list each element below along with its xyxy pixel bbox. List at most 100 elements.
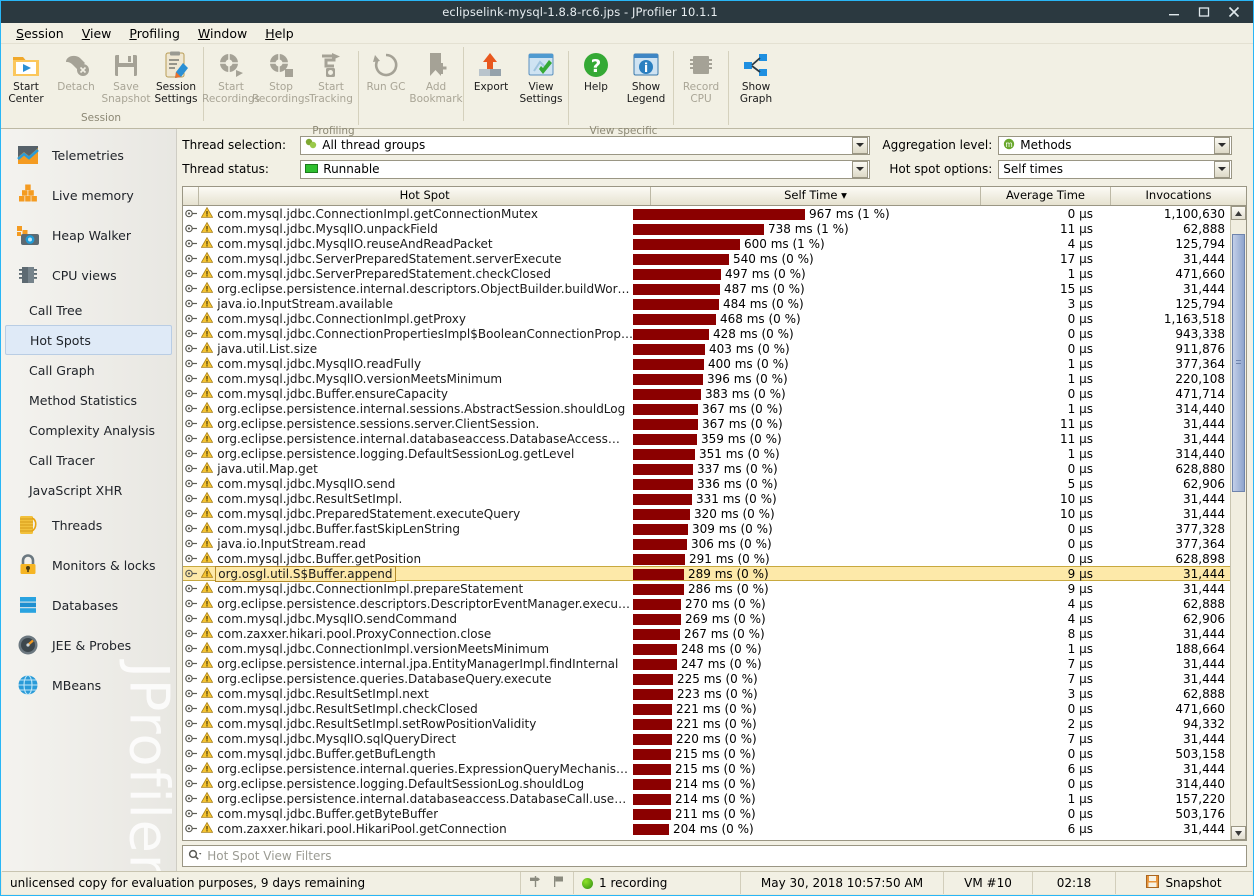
row-hot-spot[interactable]: org.eclipse.persistence.internal.session… bbox=[199, 402, 633, 416]
thread-status-combo[interactable]: Runnable bbox=[300, 160, 870, 179]
table-row[interactable]: org.eclipse.persistence.internal.databas… bbox=[183, 791, 1231, 806]
chevron-down-icon[interactable] bbox=[852, 161, 868, 178]
table-row[interactable]: org.eclipse.persistence.queries.Database… bbox=[183, 671, 1231, 686]
table-row[interactable]: com.mysql.jdbc.Buffer.getPosition 291 ms… bbox=[183, 551, 1231, 566]
row-hot-spot[interactable]: com.mysql.jdbc.ConnectionImpl.versionMee… bbox=[199, 642, 633, 656]
row-hot-spot[interactable]: com.mysql.jdbc.Buffer.getPosition bbox=[199, 552, 633, 566]
table-row[interactable]: org.eclipse.persistence.internal.descrip… bbox=[183, 281, 1231, 296]
sidebar-item-telemetries[interactable]: Telemetries bbox=[1, 135, 176, 175]
row-expander-icon[interactable] bbox=[183, 464, 199, 473]
sidebar-item-call-graph[interactable]: Call Graph bbox=[1, 355, 176, 385]
row-hot-spot[interactable]: com.mysql.jdbc.MysqlIO.sqlQueryDirect bbox=[199, 732, 633, 746]
table-row[interactable]: com.mysql.jdbc.MysqlIO.unpackField 738 m… bbox=[183, 221, 1231, 236]
table-row[interactable]: org.eclipse.persistence.logging.DefaultS… bbox=[183, 776, 1231, 791]
table-row[interactable]: org.eclipse.persistence.descriptors.Desc… bbox=[183, 596, 1231, 611]
row-expander-icon[interactable] bbox=[183, 509, 199, 518]
menu-session[interactable]: Session bbox=[7, 24, 73, 43]
row-expander-icon[interactable] bbox=[183, 344, 199, 353]
menu-window[interactable]: Window bbox=[189, 24, 256, 43]
row-hot-spot[interactable]: com.mysql.jdbc.Buffer.fastSkipLenString bbox=[199, 522, 633, 536]
table-row[interactable]: com.mysql.jdbc.ConnectionImpl.getProxy 4… bbox=[183, 311, 1231, 326]
row-expander-icon[interactable] bbox=[183, 689, 199, 698]
row-expander-icon[interactable] bbox=[183, 314, 199, 323]
row-expander-icon[interactable] bbox=[183, 764, 199, 773]
row-hot-spot[interactable]: com.mysql.jdbc.ConnectionImpl.prepareSta… bbox=[199, 582, 633, 596]
sidebar-item-complexity-analysis[interactable]: Complexity Analysis bbox=[1, 415, 176, 445]
show-graph-button[interactable]: ShowGraph bbox=[731, 48, 781, 105]
table-row[interactable]: com.mysql.jdbc.MysqlIO.versionMeetsMinim… bbox=[183, 371, 1231, 386]
sidebar-item-threads[interactable]: Threads bbox=[1, 505, 176, 545]
table-row[interactable]: com.mysql.jdbc.ConnectionImpl.prepareSta… bbox=[183, 581, 1231, 596]
table-row[interactable]: com.mysql.jdbc.MysqlIO.sqlQueryDirect 22… bbox=[183, 731, 1231, 746]
row-expander-icon[interactable] bbox=[183, 254, 199, 263]
table-row[interactable]: com.mysql.jdbc.ConnectionPropertiesImpl$… bbox=[183, 326, 1231, 341]
row-expander-icon[interactable] bbox=[183, 674, 199, 683]
row-hot-spot[interactable]: com.mysql.jdbc.ConnectionPropertiesImpl$… bbox=[199, 327, 633, 341]
maximize-icon[interactable] bbox=[1189, 1, 1219, 23]
chevron-down-icon[interactable] bbox=[852, 137, 868, 154]
row-expander-icon[interactable] bbox=[183, 389, 199, 398]
minimize-icon[interactable] bbox=[1159, 1, 1189, 23]
row-expander-icon[interactable] bbox=[183, 794, 199, 803]
help-button[interactable]: ? Help bbox=[571, 48, 621, 94]
table-row[interactable]: java.io.InputStream.read 306 ms (0 %) 0 … bbox=[183, 536, 1231, 551]
row-expander-icon[interactable] bbox=[183, 419, 199, 428]
hot-spot-view-filter[interactable]: Hot Spot View Filters bbox=[182, 845, 1247, 867]
row-hot-spot[interactable]: com.mysql.jdbc.MysqlIO.reuseAndReadPacke… bbox=[199, 237, 633, 251]
table-row[interactable]: com.mysql.jdbc.ResultSetImpl.checkClosed… bbox=[183, 701, 1231, 716]
row-expander-icon[interactable] bbox=[183, 614, 199, 623]
table-row[interactable]: com.mysql.jdbc.ResultSetImpl.setRowPosit… bbox=[183, 716, 1231, 731]
recording-status[interactable]: 1 recording bbox=[574, 872, 741, 894]
hot-spot-options-combo[interactable]: Self times bbox=[998, 160, 1232, 179]
row-expander-icon[interactable] bbox=[183, 704, 199, 713]
row-hot-spot[interactable]: com.mysql.jdbc.Buffer.getByteBuffer bbox=[199, 807, 633, 821]
row-expander-icon[interactable] bbox=[183, 434, 199, 443]
snapshot-status[interactable]: Snapshot bbox=[1116, 872, 1252, 894]
row-hot-spot[interactable]: com.mysql.jdbc.MysqlIO.versionMeetsMinim… bbox=[199, 372, 633, 386]
table-vertical-scrollbar[interactable] bbox=[1230, 206, 1246, 840]
row-hot-spot[interactable]: com.mysql.jdbc.ServerPreparedStatement.c… bbox=[199, 267, 633, 281]
row-hot-spot[interactable]: org.eclipse.persistence.descriptors.Desc… bbox=[199, 597, 633, 611]
row-expander-icon[interactable] bbox=[183, 299, 199, 308]
table-header-self-time[interactable]: Self Time ▾ bbox=[651, 187, 981, 205]
row-expander-icon[interactable] bbox=[183, 809, 199, 818]
sidebar-item-cpu-views[interactable]: CPU views bbox=[1, 255, 176, 295]
menu-profiling[interactable]: Profiling bbox=[120, 24, 189, 43]
aggregation-level-combo[interactable]: m Methods bbox=[998, 136, 1232, 155]
row-expander-icon[interactable] bbox=[183, 479, 199, 488]
row-hot-spot[interactable]: org.eclipse.persistence.internal.jpa.Ent… bbox=[199, 657, 633, 671]
row-hot-spot[interactable]: com.mysql.jdbc.ConnectionImpl.getProxy bbox=[199, 312, 633, 326]
table-row[interactable]: com.zaxxer.hikari.pool.HikariPool.getCon… bbox=[183, 821, 1231, 836]
sidebar-item-heap-walker[interactable]: Heap Walker bbox=[1, 215, 176, 255]
row-expander-icon[interactable] bbox=[183, 209, 199, 218]
row-hot-spot[interactable]: com.mysql.jdbc.ResultSetImpl. bbox=[199, 492, 633, 506]
row-expander-icon[interactable] bbox=[183, 584, 199, 593]
row-hot-spot[interactable]: org.eclipse.persistence.internal.databas… bbox=[199, 432, 633, 446]
scroll-down-icon[interactable] bbox=[1231, 826, 1246, 840]
view-settings-button[interactable]: ViewSettings bbox=[516, 48, 566, 105]
scrollbar-thumb[interactable] bbox=[1232, 234, 1245, 492]
row-expander-icon[interactable] bbox=[183, 719, 199, 728]
search-icon[interactable] bbox=[188, 849, 202, 864]
row-hot-spot[interactable]: com.mysql.jdbc.ResultSetImpl.setRowPosit… bbox=[199, 717, 633, 731]
row-expander-icon[interactable] bbox=[183, 644, 199, 653]
row-expander-icon[interactable] bbox=[183, 629, 199, 638]
row-hot-spot[interactable]: com.mysql.jdbc.MysqlIO.readFully bbox=[199, 357, 633, 371]
flag-icon[interactable] bbox=[552, 875, 565, 891]
chevron-down-icon[interactable] bbox=[1214, 137, 1230, 154]
scroll-up-icon[interactable] bbox=[1231, 206, 1246, 220]
table-row[interactable]: com.mysql.jdbc.Buffer.ensureCapacity 383… bbox=[183, 386, 1231, 401]
row-hot-spot[interactable]: com.mysql.jdbc.ConnectionImpl.getConnect… bbox=[199, 207, 633, 221]
row-hot-spot[interactable]: com.mysql.jdbc.Buffer.getBufLength bbox=[199, 747, 633, 761]
table-row[interactable]: java.io.InputStream.available 484 ms (0 … bbox=[183, 296, 1231, 311]
row-expander-icon[interactable] bbox=[183, 224, 199, 233]
row-expander-icon[interactable] bbox=[183, 374, 199, 383]
row-expander-icon[interactable] bbox=[183, 779, 199, 788]
table-row[interactable]: org.eclipse.persistence.sessions.server.… bbox=[183, 416, 1231, 431]
table-row[interactable]: com.mysql.jdbc.Buffer.getBufLength 215 m… bbox=[183, 746, 1231, 761]
table-row[interactable]: org.eclipse.persistence.logging.DefaultS… bbox=[183, 446, 1231, 461]
row-hot-spot[interactable]: com.mysql.jdbc.ServerPreparedStatement.s… bbox=[199, 252, 633, 266]
table-row[interactable]: org.eclipse.persistence.internal.queries… bbox=[183, 761, 1231, 776]
row-hot-spot[interactable]: org.eclipse.persistence.internal.queries… bbox=[199, 762, 633, 776]
row-hot-spot[interactable]: com.mysql.jdbc.MysqlIO.sendCommand bbox=[199, 612, 633, 626]
